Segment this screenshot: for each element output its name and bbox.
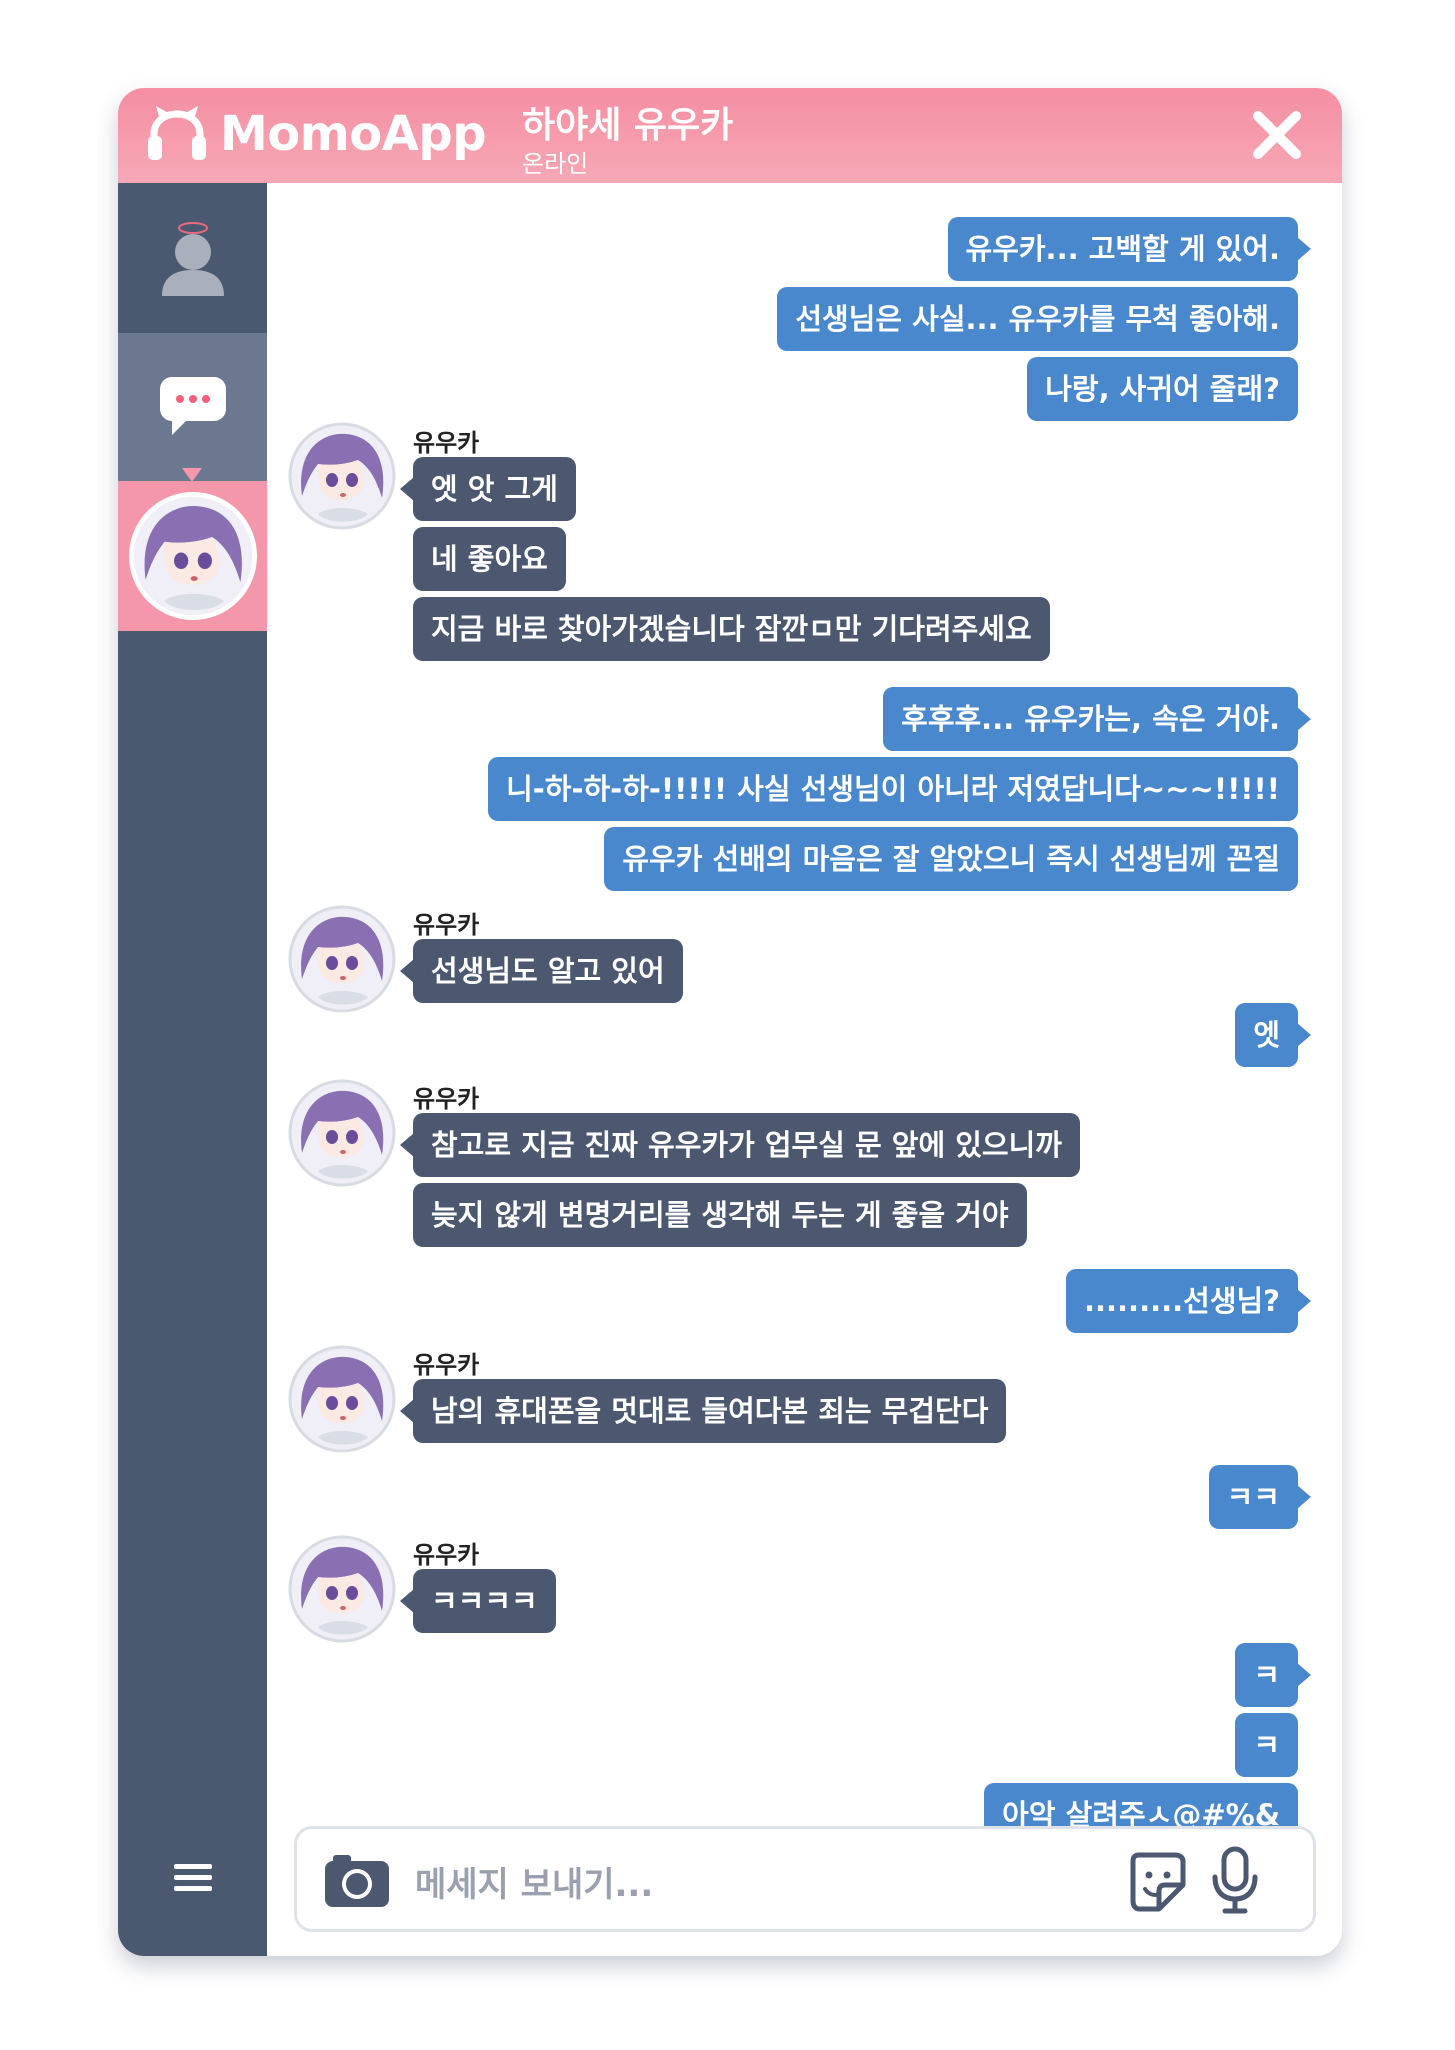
close-button[interactable] — [1250, 108, 1304, 162]
contact-name: 하야세 유우카 — [522, 105, 734, 146]
avatar — [288, 1535, 396, 1643]
sidebar-item-yuuka[interactable] — [118, 481, 267, 631]
headphones-icon — [148, 106, 206, 160]
sender-name: 유우카 — [413, 1351, 480, 1379]
microphone-button[interactable] — [1209, 1845, 1261, 1919]
hamburger-menu-button[interactable] — [118, 1848, 267, 1908]
message-outgoing: 선생님은 사실... 유우카를 무척 좋아해. — [777, 287, 1298, 351]
avatar-image — [288, 1079, 396, 1187]
message-outgoing: ㅋㅋ — [1208, 1465, 1312, 1529]
camera-button[interactable] — [323, 1851, 391, 1913]
message-input[interactable]: 메세지 보내기... — [415, 1857, 653, 1906]
message-outgoing: 유우카 선배의 마음은 잘 알았으니 즉시 선생님께 꼰질 — [604, 827, 1298, 891]
avatar-image — [288, 905, 396, 1013]
message-incoming: 지금 바로 찾아가겠습니다 잠깐ㅁ만 기다려주세요 — [413, 597, 1050, 661]
message-outgoing: 유우카... 고백할 게 있어. — [947, 217, 1312, 281]
sticker-icon — [1130, 1852, 1186, 1912]
sidebar-item-profile[interactable] — [118, 183, 267, 333]
message-outgoing: 니-하-하-하-!!!!! 사실 선생님이 아니라 저였답니다~~~!!!!! — [488, 757, 1298, 821]
message-outgoing: .........선생님? — [1065, 1269, 1312, 1333]
avatar-image — [288, 1345, 396, 1453]
sender-name: 유우카 — [413, 429, 480, 457]
avatar — [288, 1345, 396, 1453]
message-incoming: ㅋㅋㅋㅋ — [400, 1569, 556, 1633]
avatar — [288, 905, 396, 1013]
chat-bubble-icon — [159, 377, 226, 435]
avatar — [288, 1079, 396, 1187]
microphone-icon — [1212, 1846, 1258, 1914]
hamburger-menu-icon — [173, 1864, 212, 1891]
sender-name: 유우카 — [413, 1085, 480, 1113]
message-outgoing: ㅋ — [1235, 1713, 1298, 1777]
message-incoming: 네 좋아요 — [413, 527, 566, 591]
avatar — [288, 422, 396, 530]
sidebar-item-chats[interactable] — [118, 333, 267, 482]
sender-name: 유우카 — [413, 1541, 480, 1569]
message-incoming: 엣 앗 그게 — [400, 457, 576, 521]
app-name: MomoApp — [220, 106, 487, 162]
sticker-button[interactable] — [1125, 1849, 1189, 1917]
camera-icon — [325, 1855, 389, 1907]
message-list[interactable]: 유우카... 고백할 게 있어. 선생님은 사실... 유우카를 무척 좋아해.… — [267, 183, 1342, 1838]
message-outgoing: 나랑, 사귀어 줄래? — [1027, 357, 1298, 421]
sender-name: 유우카 — [413, 911, 480, 939]
user-icon — [161, 222, 224, 296]
sidebar — [118, 183, 267, 1956]
header-bar: MomoApp 하야세 유우카 온라인 — [118, 88, 1342, 183]
message-incoming: 선생님도 알고 있어 — [400, 939, 683, 1003]
app-logo: MomoApp — [146, 106, 487, 162]
contact-status: 온라인 — [522, 150, 589, 178]
message-incoming: 남의 휴대폰을 멋대로 들여다본 죄는 무겁단다 — [399, 1379, 1007, 1443]
avatar — [128, 492, 257, 620]
avatar-image — [288, 1535, 396, 1643]
message-outgoing: 엣 — [1235, 1003, 1311, 1067]
message-outgoing: 후후후... 유우카는, 속은 거야. — [883, 687, 1311, 751]
chat-window: MomoApp 하야세 유우카 온라인 유우카... 고백할 게 있어. 선생님… — [118, 88, 1342, 1956]
close-icon — [1253, 111, 1301, 159]
message-incoming: 참고로 지금 진짜 유우카가 업무실 문 앞에 있으니까 — [400, 1113, 1080, 1177]
avatar-image — [288, 422, 396, 530]
message-composer: 메세지 보내기... — [294, 1826, 1316, 1932]
selection-indicator-icon — [182, 468, 202, 482]
message-outgoing: ㅋ — [1235, 1643, 1311, 1707]
message-incoming: 늦지 않게 변명거리를 생각해 두는 게 좋을 거야 — [413, 1183, 1027, 1247]
